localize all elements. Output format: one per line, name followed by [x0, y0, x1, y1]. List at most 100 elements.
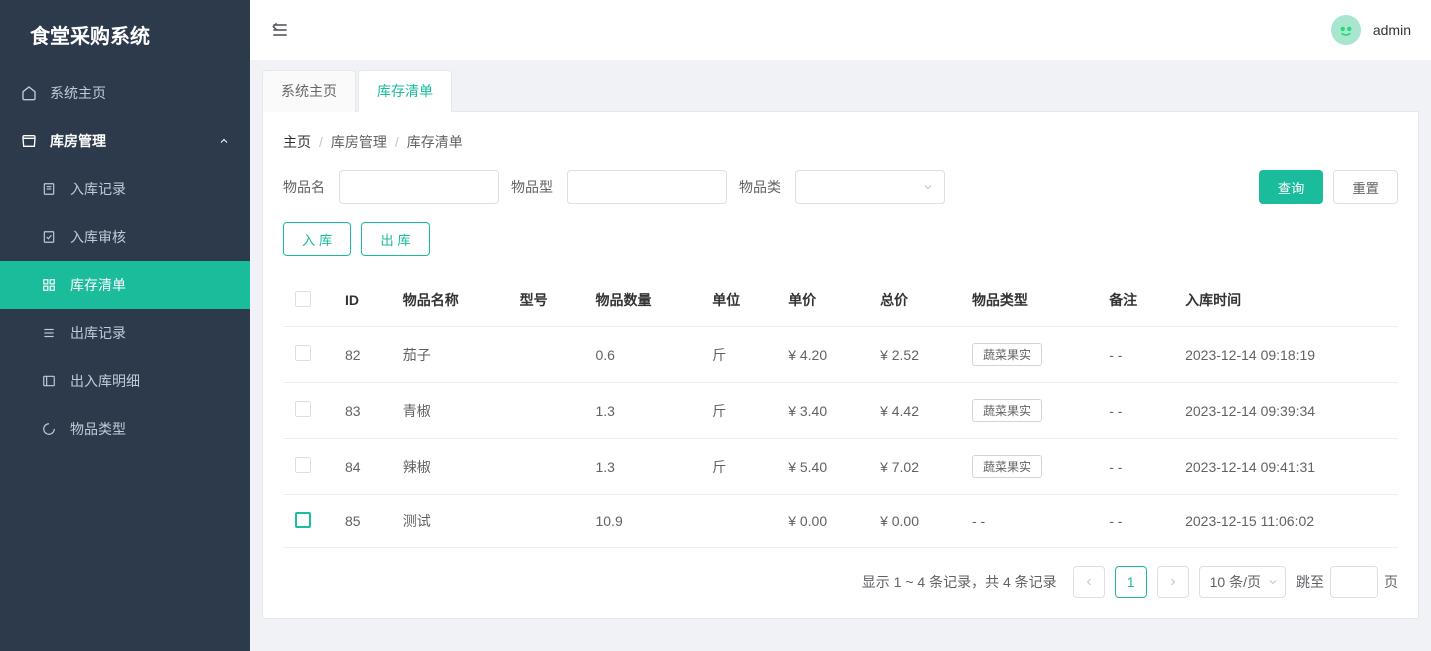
col-price: 单价	[776, 274, 868, 327]
page-suffix: 页	[1384, 572, 1398, 592]
sidebar-item-label: 物品类型	[70, 419, 126, 439]
cell-model	[508, 495, 584, 548]
detail-icon	[40, 372, 58, 390]
col-remark: 备注	[1097, 274, 1173, 327]
stock-out-button[interactable]: 出 库	[361, 222, 429, 256]
cell-qty: 1.3	[583, 383, 700, 439]
type-tag: 蔬菜果实	[972, 399, 1042, 422]
table-row: 84辣椒1.3斤¥ 5.40¥ 7.02蔬菜果实- -2023-12-14 09…	[283, 439, 1398, 495]
jump-input[interactable]	[1330, 566, 1378, 598]
breadcrumb-sep: /	[395, 134, 399, 150]
tab-inventory[interactable]: 库存清单	[358, 70, 452, 112]
sidebar-group-title[interactable]: 库房管理	[0, 117, 250, 165]
box-icon	[20, 132, 38, 150]
grid-icon	[40, 276, 58, 294]
cell-type: 蔬菜果实	[960, 327, 1097, 383]
row-checkbox[interactable]	[295, 512, 311, 528]
col-model: 型号	[508, 274, 584, 327]
tab-home[interactable]: 系统主页	[262, 70, 356, 112]
avatar[interactable]	[1331, 15, 1361, 45]
home-icon	[20, 84, 38, 102]
page-1-button[interactable]: 1	[1115, 566, 1147, 598]
filter-model-input[interactable]	[567, 170, 727, 204]
stock-in-button[interactable]: 入 库	[283, 222, 351, 256]
breadcrumb-item[interactable]: 主页	[283, 132, 311, 152]
col-name: 物品名称	[391, 274, 508, 327]
cell-total: ¥ 2.52	[868, 327, 960, 383]
sidebar: 食堂采购系统 系统主页 库房管理 入库记录 入库审核	[0, 0, 250, 651]
cell-remark: - -	[1097, 495, 1173, 548]
loading-icon	[40, 420, 58, 438]
list-icon	[40, 324, 58, 342]
sidebar-item-inventory[interactable]: 库存清单	[0, 261, 250, 309]
cell-type: 蔬菜果实	[960, 383, 1097, 439]
row-checkbox[interactable]	[295, 345, 311, 361]
breadcrumb-item: 库存清单	[407, 132, 463, 152]
cell-qty: 10.9	[583, 495, 700, 548]
sidebar-group-warehouse: 库房管理 入库记录 入库审核 库存清单 出库记录	[0, 117, 250, 453]
table-row: 82茄子0.6斤¥ 4.20¥ 2.52蔬菜果实- -2023-12-14 09…	[283, 327, 1398, 383]
pagination: 显示 1 ~ 4 条记录，共 4 条记录 1 10 条/页 跳至 页	[283, 566, 1398, 598]
sidebar-item-label: 出入库明细	[70, 371, 140, 391]
filter-model-label: 物品型	[511, 177, 555, 197]
sidebar-item-in-record[interactable]: 入库记录	[0, 165, 250, 213]
action-bar: 入 库 出 库	[283, 222, 1398, 256]
prev-page-button[interactable]	[1073, 566, 1105, 598]
content-card: 主页 / 库房管理 / 库存清单 物品名 物品型 物品类 查询	[262, 111, 1419, 619]
cell-remark: - -	[1097, 439, 1173, 495]
cell-remark: - -	[1097, 327, 1173, 383]
cell-price: ¥ 0.00	[776, 495, 868, 548]
cell-total: ¥ 7.02	[868, 439, 960, 495]
cell-model	[508, 439, 584, 495]
filter-name-input[interactable]	[339, 170, 499, 204]
main-menu: 系统主页 库房管理 入库记录 入库审核 库存清单	[0, 69, 250, 651]
col-qty: 物品数量	[583, 274, 700, 327]
row-checkbox[interactable]	[295, 401, 311, 417]
next-page-button[interactable]	[1157, 566, 1189, 598]
user-name[interactable]: admin	[1373, 22, 1411, 38]
cell-name: 青椒	[391, 383, 508, 439]
cell-id: 83	[333, 383, 391, 439]
sidebar-item-out-record[interactable]: 出库记录	[0, 309, 250, 357]
cell-unit: 斤	[700, 327, 776, 383]
cell-id: 82	[333, 327, 391, 383]
cell-unit: 斤	[700, 439, 776, 495]
main-area: admin 系统主页 库存清单 主页 / 库房管理 / 库存清单 物品名	[250, 0, 1431, 651]
breadcrumb-item[interactable]: 库房管理	[331, 132, 387, 152]
reset-button[interactable]: 重置	[1333, 170, 1398, 204]
row-checkbox[interactable]	[295, 457, 311, 473]
chevron-up-icon	[218, 135, 230, 147]
col-time: 入库时间	[1173, 274, 1398, 327]
collapse-sidebar-button[interactable]	[270, 20, 290, 40]
cell-type: - -	[960, 495, 1097, 548]
type-tag: 蔬菜果实	[972, 343, 1042, 366]
table-row: 83青椒1.3斤¥ 3.40¥ 4.42蔬菜果实- -2023-12-14 09…	[283, 383, 1398, 439]
cell-name: 辣椒	[391, 439, 508, 495]
breadcrumb-sep: /	[319, 134, 323, 150]
select-all-checkbox[interactable]	[295, 291, 311, 307]
cell-price: ¥ 5.40	[776, 439, 868, 495]
cell-total: ¥ 0.00	[868, 495, 960, 548]
sidebar-item-in-out-detail[interactable]: 出入库明细	[0, 357, 250, 405]
filter-type-label: 物品类	[739, 177, 783, 197]
type-tag: 蔬菜果实	[972, 455, 1042, 478]
cell-name: 测试	[391, 495, 508, 548]
cell-remark: - -	[1097, 383, 1173, 439]
review-icon	[40, 228, 58, 246]
sidebar-item-item-type[interactable]: 物品类型	[0, 405, 250, 453]
cell-time: 2023-12-15 11:06:02	[1173, 495, 1398, 548]
sidebar-item-home[interactable]: 系统主页	[0, 69, 250, 117]
filter-type-select[interactable]	[795, 170, 945, 204]
col-total: 总价	[868, 274, 960, 327]
col-type: 物品类型	[960, 274, 1097, 327]
cell-total: ¥ 4.42	[868, 383, 960, 439]
cell-id: 84	[333, 439, 391, 495]
document-icon	[40, 180, 58, 198]
page-size-select[interactable]: 10 条/页	[1199, 566, 1286, 598]
query-button[interactable]: 查询	[1259, 170, 1324, 204]
table-row: 85测试10.9¥ 0.00¥ 0.00- -- -2023-12-15 11:…	[283, 495, 1398, 548]
sidebar-item-in-audit[interactable]: 入库审核	[0, 213, 250, 261]
cell-id: 85	[333, 495, 391, 548]
inventory-table: ID 物品名称 型号 物品数量 单位 单价 总价 物品类型 备注 入库时间 82	[283, 274, 1398, 548]
tabs: 系统主页 库存清单	[262, 70, 1419, 112]
